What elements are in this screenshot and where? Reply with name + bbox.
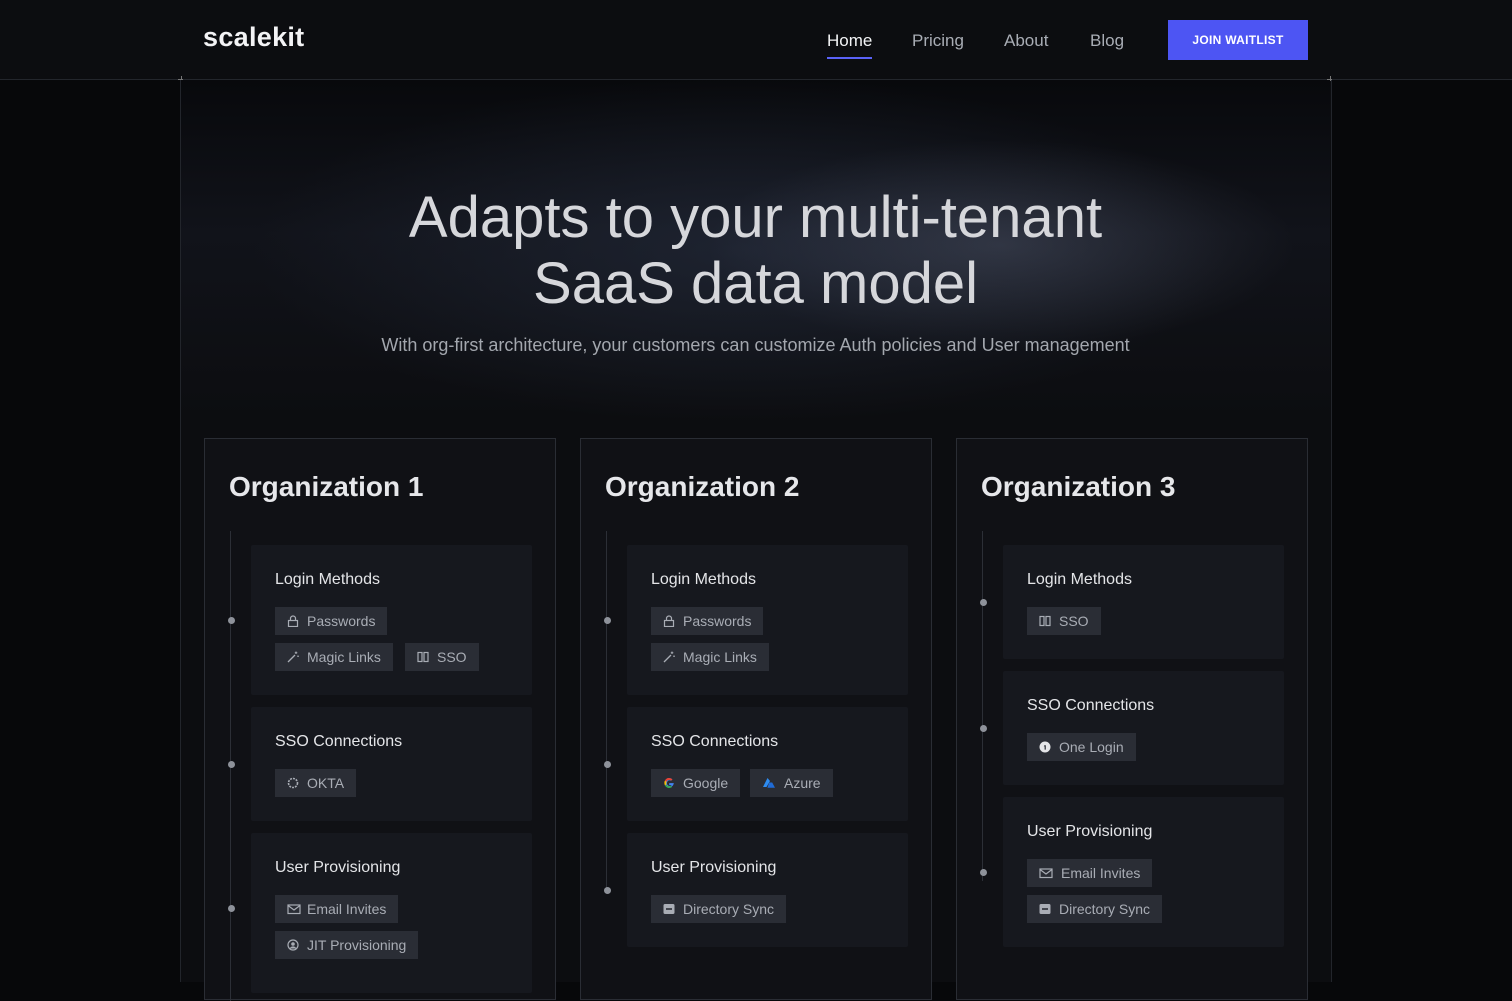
organization-card-3: Organization 3 Login Methods SSO SSO Con…	[956, 438, 1308, 1000]
lock-icon	[663, 615, 675, 627]
timeline-line	[982, 531, 983, 881]
directory-icon	[1039, 903, 1051, 915]
magic-wand-icon	[287, 651, 299, 663]
tag-label: OKTA	[307, 775, 345, 791]
tag-label: SSO	[1059, 613, 1089, 629]
onelogin-icon	[1039, 741, 1051, 753]
tag-azure[interactable]: Azure	[750, 769, 833, 797]
hero-title: Adapts to your multi-tenant SaaS data mo…	[181, 185, 1330, 317]
tag-magic-links[interactable]: Magic Links	[275, 643, 393, 671]
tag-label: JIT Provisioning	[307, 937, 407, 953]
nav-about-link[interactable]: About	[1004, 31, 1048, 51]
nav-home-link[interactable]: Home	[827, 31, 872, 51]
tag-label: SSO	[437, 649, 467, 665]
card-title: User Provisioning	[275, 859, 401, 876]
tag-label: Email Invites	[307, 901, 387, 917]
scalekit-logo[interactable]: scalekit	[203, 22, 304, 53]
timeline-dot	[228, 761, 235, 768]
hero-title-line1: Adapts to your multi-tenant	[408, 185, 1103, 250]
tag-email-invites[interactable]: Email Invites	[1027, 859, 1153, 887]
tag-jit-provisioning[interactable]: JIT Provisioning	[275, 931, 419, 959]
tag-label: Passwords	[307, 613, 376, 629]
card-title: Login Methods	[1027, 571, 1132, 588]
org-title: Organization 2	[605, 471, 800, 502]
timeline-dot	[604, 887, 611, 894]
card-title: Login Methods	[275, 571, 380, 588]
magic-wand-icon	[663, 651, 675, 663]
tag-label: Google	[683, 775, 729, 791]
tag-passwords[interactable]: Passwords	[651, 607, 764, 635]
tag-google[interactable]: Google	[651, 769, 741, 797]
org-title: Organization 3	[981, 471, 1176, 502]
org-title: Organization 1	[229, 471, 424, 502]
sso-icon	[417, 651, 429, 663]
google-icon	[663, 777, 675, 789]
card-title: SSO Connections	[651, 733, 779, 750]
organization-card-2: Organization 2 Login Methods Passwords M…	[580, 438, 932, 1000]
nav-blog-link[interactable]: Blog	[1090, 31, 1124, 51]
card-title: Login Methods	[651, 571, 756, 588]
tag-directory-sync[interactable]: Directory Sync	[651, 895, 787, 923]
sso-connections-card: SSO Connections OKTA	[251, 707, 532, 821]
hero-title-line2: SaaS data model	[533, 251, 978, 316]
login-methods-card: Login Methods Passwords Magic Links	[627, 545, 908, 695]
organization-card-1: Organization 1 Login Methods Passwords M…	[204, 438, 556, 1001]
card-title: SSO Connections	[275, 733, 403, 750]
nav-active-indicator	[827, 57, 872, 59]
mail-icon	[1039, 867, 1053, 879]
timeline-line	[606, 531, 607, 891]
tag-directory-sync[interactable]: Directory Sync	[1027, 895, 1163, 923]
timeline-dot	[604, 761, 611, 768]
directory-icon	[663, 903, 675, 915]
sso-connections-card: SSO Connections Google Azure	[627, 707, 908, 821]
login-methods-card: Login Methods SSO	[1003, 545, 1284, 659]
timeline-dot	[228, 617, 235, 624]
tag-email-invites[interactable]: Email Invites	[275, 895, 399, 923]
tag-label: Azure	[784, 775, 821, 791]
okta-icon	[287, 777, 299, 789]
hero-subtitle: With org-first architecture, your custom…	[381, 335, 1130, 355]
tag-label: One Login	[1059, 739, 1124, 755]
user-provisioning-card: User Provisioning Email Invites Director…	[1003, 797, 1284, 947]
azure-icon	[762, 777, 776, 789]
hero-section: Adapts to your multi-tenant SaaS data mo…	[181, 80, 1330, 420]
timeline-dot	[980, 599, 987, 606]
tag-one-login[interactable]: One Login	[1027, 733, 1136, 761]
tag-label: Email Invites	[1061, 865, 1141, 881]
tag-sso[interactable]: SSO	[1027, 607, 1101, 635]
sso-icon	[1039, 615, 1051, 627]
lock-icon	[287, 615, 299, 627]
card-title: User Provisioning	[1027, 823, 1153, 840]
user-provisioning-card: User Provisioning Email Invites JIT Prov…	[251, 833, 532, 993]
tag-label: Directory Sync	[1059, 901, 1151, 917]
login-methods-card: Login Methods Passwords Magic Links SSO	[251, 545, 532, 695]
tag-magic-links[interactable]: Magic Links	[651, 643, 769, 671]
timeline-dot	[980, 725, 987, 732]
timeline-dot	[604, 617, 611, 624]
tag-label: Magic Links	[307, 649, 381, 665]
user-provisioning-card: User Provisioning Directory Sync	[627, 833, 908, 947]
mail-icon	[287, 903, 301, 915]
card-title: User Provisioning	[651, 859, 777, 876]
tag-passwords[interactable]: Passwords	[275, 607, 388, 635]
nav-pricing-link[interactable]: Pricing	[912, 31, 964, 51]
timeline-dot	[980, 869, 987, 876]
tag-sso[interactable]: SSO	[405, 643, 479, 671]
join-waitlist-button[interactable]: JOIN WAITLIST	[1168, 20, 1308, 60]
sso-connections-card: SSO Connections One Login	[1003, 671, 1284, 785]
jit-user-icon	[287, 939, 299, 951]
tag-label: Passwords	[683, 613, 752, 629]
tag-okta[interactable]: OKTA	[275, 769, 357, 797]
timeline-dot	[228, 905, 235, 912]
top-navbar: scalekit Home Pricing About Blog JOIN WA…	[0, 0, 1512, 80]
tag-label: Magic Links	[683, 649, 757, 665]
card-title: SSO Connections	[1027, 697, 1155, 714]
tag-label: Directory Sync	[683, 901, 775, 917]
